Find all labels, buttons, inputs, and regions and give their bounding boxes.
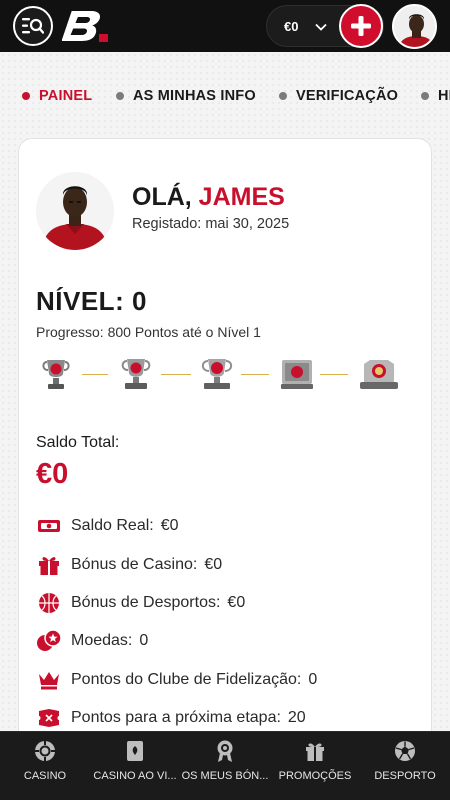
nav-promotions[interactable]: PROMOÇÕES [270, 732, 360, 800]
balance-row-sports-bonus: Bónus de Desportos: €0 [36, 590, 245, 616]
user-avatar[interactable] [392, 4, 437, 49]
nav-label: CASINO AO VI... [93, 770, 177, 782]
balance-label: Bónus de Casino: [71, 556, 198, 573]
tab-label: AS MINHAS INFO [133, 88, 256, 104]
chevron-down-icon [315, 23, 327, 31]
account-tabs: PAINEL AS MINHAS INFO VERIFICAÇÃO HI [0, 80, 450, 114]
balance-label: Saldo Real: [71, 517, 154, 534]
profile-player-image [36, 172, 114, 250]
balance-value: 0 [308, 671, 318, 688]
menu-search-button[interactable] [13, 6, 53, 46]
registration-date: Registado: mai 30, 2025 [132, 216, 290, 232]
balance-row-next-stage-points: Pontos para a próxima etapa: 20 [36, 705, 306, 731]
balance-value: 20 [287, 709, 306, 726]
balance-label: Moedas: [71, 632, 133, 649]
nav-label: PROMOÇÕES [278, 770, 352, 782]
balance-value: €0 [227, 594, 246, 611]
balance-label: Pontos do Clube de Fidelização: [71, 671, 302, 688]
soccer-ball-icon [393, 739, 417, 763]
trophy-connector [320, 374, 348, 375]
wallet-balance: €0 [284, 19, 299, 34]
plus-icon [351, 16, 371, 36]
balance-value: 0 [139, 632, 149, 649]
trophy-connector [82, 374, 108, 375]
nav-casino[interactable]: CASINO [0, 732, 90, 800]
nav-live-casino[interactable]: CASINO AO VI... [90, 732, 180, 800]
trophy-level-4-icon[interactable] [278, 356, 318, 392]
greeting-text: OLÁ, [132, 183, 192, 211]
menu-search-icon [22, 18, 44, 34]
balance-label: Pontos para a próxima etapa: [71, 709, 281, 726]
tab-label: PAINEL [39, 88, 93, 104]
trophy-level-2-icon[interactable] [119, 356, 159, 392]
tab-dot [421, 92, 429, 100]
tab-as-minhas-info[interactable]: AS MINHAS INFO [116, 88, 256, 104]
gift-icon [36, 552, 62, 578]
nav-label: CASINO [23, 770, 67, 782]
tab-label: VERIFICAÇÃO [296, 88, 399, 104]
level-title: NÍVEL: 0 [36, 286, 147, 316]
balance-value: €0 [204, 556, 223, 573]
balance-row-coins: Moedas: 0 [36, 628, 148, 654]
gift-icon [303, 739, 327, 763]
tab-dot [279, 92, 287, 100]
trophy-connector [241, 374, 269, 375]
balance-row-casino-bonus: Bónus de Casino: €0 [36, 552, 222, 578]
level-progress: Progresso: 800 Pontos até o Nível 1 [36, 324, 261, 340]
award-icon [213, 739, 237, 763]
top-bar: €0 [0, 0, 450, 52]
coins-icon [36, 628, 62, 654]
casino-chip-icon [33, 739, 57, 763]
trophy-level-5-icon[interactable] [358, 356, 398, 392]
user-name: JAMES [198, 183, 285, 211]
deposit-button[interactable] [339, 4, 383, 48]
tab-label: HI [438, 88, 450, 104]
avatar-player-image [394, 6, 435, 47]
trophy-level-3-icon[interactable] [199, 356, 239, 392]
greeting-heading: OLÁ, JAMES [132, 183, 285, 212]
balance-row-real: Saldo Real: €0 [36, 513, 179, 539]
balance-row-loyalty-points: Pontos do Clube de Fidelização: 0 [36, 667, 317, 693]
nav-label: OS MEUS BÓN... [181, 770, 269, 782]
tab-historico[interactable]: HI [421, 88, 450, 104]
balance-value: €0 [160, 517, 179, 534]
tab-painel[interactable]: PAINEL [22, 88, 92, 104]
trophy-connector [161, 374, 191, 375]
ticket-icon [36, 705, 62, 731]
tab-dot [116, 92, 124, 100]
nav-sports[interactable]: DESPORTO [360, 732, 450, 800]
brand-logo[interactable] [61, 9, 110, 48]
playing-card-icon [123, 739, 147, 763]
cash-icon [36, 513, 62, 539]
profile-avatar [36, 172, 114, 250]
total-balance-label: Saldo Total: [36, 434, 120, 451]
tab-verificacao[interactable]: VERIFICAÇÃO [279, 88, 398, 104]
bottom-navigation: CASINO CASINO AO VI... OS MEUS BÓN... PR… [0, 731, 450, 800]
trophy-level-1-icon[interactable] [40, 356, 80, 392]
total-balance-value: €0 [36, 458, 69, 490]
nav-my-bonuses[interactable]: OS MEUS BÓN... [180, 732, 270, 800]
nav-label: DESPORTO [374, 770, 436, 782]
crown-icon [36, 667, 62, 693]
tab-dot [22, 92, 30, 100]
balance-label: Bónus de Desportos: [71, 594, 221, 611]
basketball-icon [36, 590, 62, 616]
level-trophies [36, 356, 406, 396]
